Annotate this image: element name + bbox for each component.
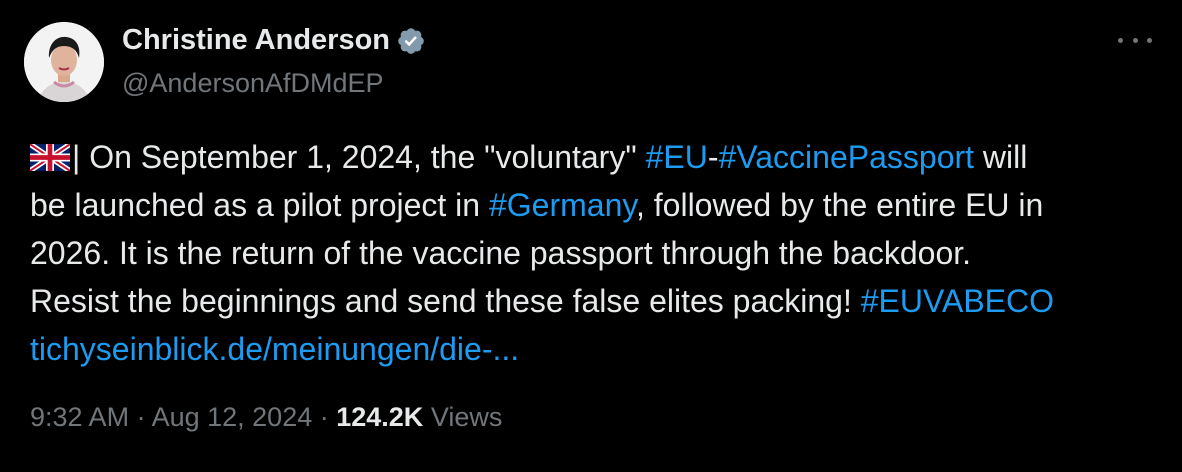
more-options-button[interactable]	[1118, 30, 1152, 50]
tweet-meta: 9:32 AM · Aug 12, 2024 · 124.2K Views	[30, 402, 502, 433]
tweet-text-segment: will	[974, 139, 1028, 175]
tweet-text: | On September 1, 2024, the "voluntary" …	[30, 133, 1160, 373]
meta-separator: ·	[312, 402, 337, 432]
tweet-card: Christine Anderson @AndersonAfDMdEP | On…	[0, 0, 1182, 472]
hashtag-vaccinepassport[interactable]: #VaccinePassport	[718, 139, 974, 175]
tweet-text-segment: -	[707, 139, 719, 175]
article-link[interactable]: tichyseinblick.de/meinungen/die-...	[30, 325, 1160, 373]
views-count[interactable]: 124.2K	[336, 402, 423, 432]
profile-photo	[24, 22, 104, 102]
more-options-icon	[1118, 37, 1123, 43]
author-name[interactable]: Christine Anderson	[122, 24, 390, 57]
uk-flag-icon	[30, 144, 70, 171]
hashtag-germany[interactable]: #Germany	[489, 187, 636, 223]
meta-separator: ·	[129, 402, 152, 432]
hashtag-eu[interactable]: #EU	[646, 139, 708, 175]
verified-badge-icon	[398, 27, 424, 54]
tweet-date[interactable]: Aug 12, 2024	[152, 402, 313, 432]
tweet-text-segment: , followed by the entire EU in	[635, 187, 1044, 223]
tweet-line: be launched as a pilot project in #Germa…	[30, 181, 1160, 229]
hashtag-euvabeco[interactable]: #EUVABECO	[861, 283, 1054, 319]
tweet-text-segment: Resist the beginnings and send these fal…	[30, 283, 861, 319]
more-options-icon-dot	[1147, 37, 1152, 43]
tweet-time[interactable]: 9:32 AM	[30, 402, 129, 432]
tweet-line: | On September 1, 2024, the "voluntary" …	[30, 133, 1160, 181]
author-name-row[interactable]: Christine Anderson	[122, 24, 426, 57]
more-options-icon-dot	[1132, 37, 1138, 43]
tweet-text-segment: be launched as a pilot project in	[30, 187, 489, 223]
tweet-text-segment: | On September 1, 2024, the "voluntary"	[72, 139, 646, 175]
views-label: Views	[423, 402, 503, 432]
tweet-line: 2026. It is the return of the vaccine pa…	[30, 235, 972, 271]
avatar[interactable]	[24, 22, 104, 102]
author-handle[interactable]: @AndersonAfDMdEP	[122, 68, 384, 99]
tweet-line: Resist the beginnings and send these fal…	[30, 277, 1160, 325]
